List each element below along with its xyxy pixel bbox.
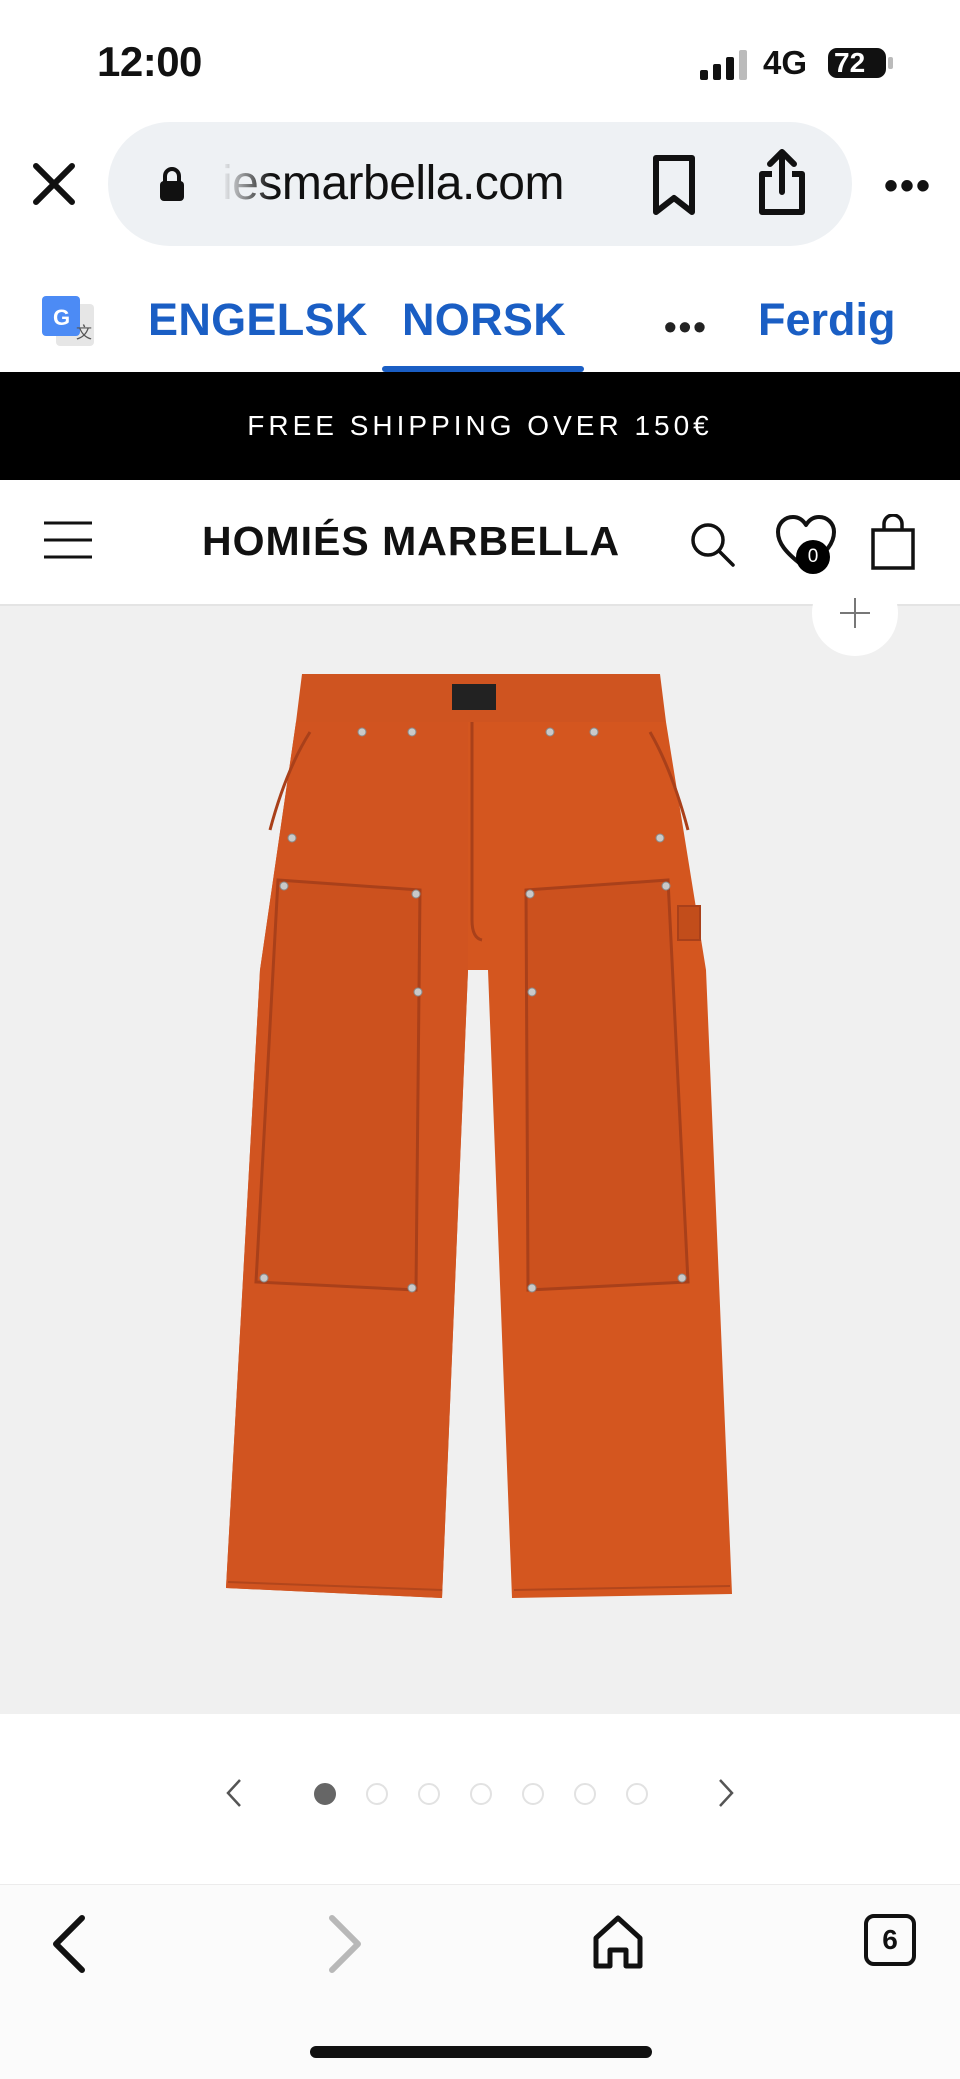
back-icon[interactable] [48,1912,92,1976]
search-icon[interactable] [688,520,736,568]
home-indicator[interactable] [310,2046,652,2058]
battery-icon: 72 [826,44,896,82]
svg-text:文: 文 [76,323,92,342]
battery-level: 72 [834,47,866,78]
url-fade [222,150,272,220]
tab-count: 6 [882,1924,898,1955]
google-translate-icon: G 文 [42,296,94,346]
menu-icon[interactable] [42,520,94,560]
language-option-english[interactable]: ENGELSK [148,294,368,346]
carousel-dot[interactable] [626,1783,648,1805]
promo-text: FREE SHIPPING OVER 150€ [247,410,713,441]
promo-banner: FREE SHIPPING OVER 150€ [0,372,960,480]
translate-more-icon[interactable]: ••• [664,306,708,348]
status-time: 12:00 [97,38,202,85]
wishlist-count-badge: 0 [796,540,830,574]
carousel-dot[interactable] [418,1783,440,1805]
carousel-dot[interactable] [574,1783,596,1805]
bookmark-icon[interactable] [650,154,698,216]
carousel-dot[interactable] [522,1783,544,1805]
translate-done-button[interactable]: Ferdig [758,294,896,346]
home-icon[interactable] [590,1912,646,1972]
site-logo[interactable]: HOMIÉS MARBELLA [202,518,620,565]
tabs-icon[interactable]: 6 [864,1914,916,1966]
carousel-dot[interactable] [470,1783,492,1805]
product-image-pants[interactable] [220,670,740,1606]
url-text[interactable]: iesmarbella.com [222,156,564,211]
lock-icon [160,167,184,201]
more-icon[interactable]: ••• [884,166,932,206]
bag-icon[interactable] [870,514,916,570]
language-option-norwegian[interactable]: NORSK [402,294,566,346]
share-icon[interactable] [754,148,810,216]
svg-text:G: G [53,305,70,330]
forward-icon[interactable] [322,1912,366,1976]
carousel-dot[interactable] [314,1783,336,1805]
carousel-dot[interactable] [366,1783,388,1805]
signal-icon [700,50,747,80]
close-icon[interactable] [28,158,80,210]
network-type: 4G [763,44,808,81]
plus-icon [840,598,870,628]
chevron-left-icon[interactable] [222,1776,246,1810]
chevron-right-icon[interactable] [714,1776,738,1810]
